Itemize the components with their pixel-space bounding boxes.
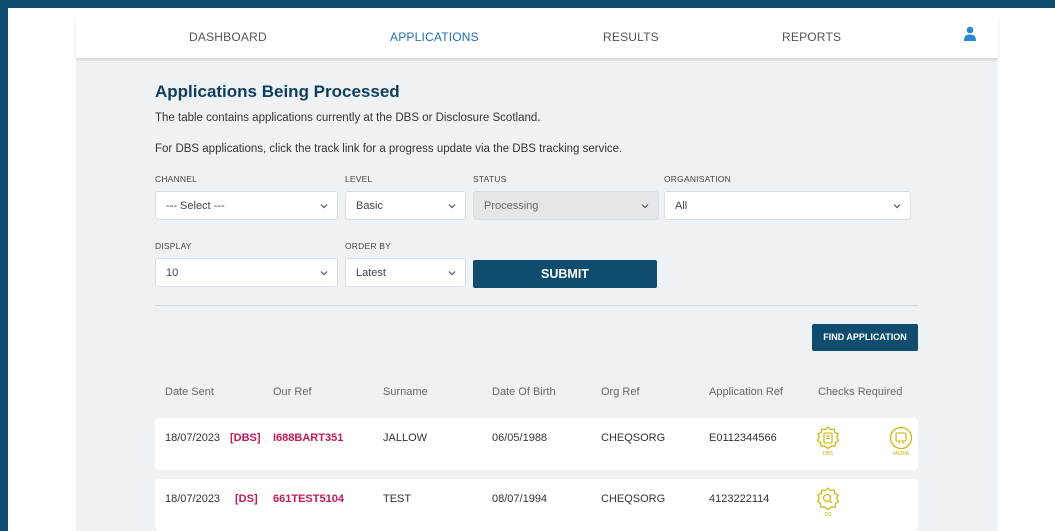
column-header-our-ref: Our Ref [273,386,312,398]
ds-check-label: DS [824,512,832,518]
display-select-value: 10 [166,267,179,279]
date-of-birth-cell: 06/05/1988 [492,432,548,444]
level-select-value: Basic [356,200,383,212]
date-sent-cell: 18/07/2023 [165,432,221,444]
column-header-application-ref: Application Ref [709,386,783,398]
app-container: DASHBOARD APPLICATIONS RESULTS REPORTS A… [76,15,998,531]
organisation-select-value: All [675,200,688,212]
page-title: Applications Being Processed [155,82,400,101]
status-select-value: Processing [484,200,539,212]
date-sent-cell: 18/07/2023 [165,493,221,505]
order-by-select-value: Latest [356,267,386,279]
application-ref-cell: 4123222114 [709,493,770,505]
column-header-surname: Surname [383,386,428,398]
column-header-date-of-birth: Date Of Birth [492,386,556,398]
dbs-check-label: DBS [822,451,834,457]
organisation-label: ORGANISATION [664,174,731,184]
nav-dashboard[interactable]: DASHBOARD [189,30,267,44]
surname-cell: TEST [383,493,412,505]
dbs-check-icon: DBS [813,426,843,462]
organisation-select[interactable]: All [664,191,911,220]
nav-results[interactable]: RESULTS [603,30,659,44]
column-header-checks-required: Checks Required [818,386,903,398]
window-frame-top [0,0,1055,8]
application-ref-cell: E0112344566 [709,432,777,444]
org-ref-cell: CHEQSORG [601,493,666,505]
level-label: LEVEL [345,174,373,184]
table-row[interactable]: 18/07/2023 [DS] 661TEST5104 TEST 08/07/1… [155,479,918,531]
org-ref-cell: CHEQSORG [601,432,666,444]
status-select[interactable]: Processing [473,191,659,220]
submit-button[interactable]: SUBMIT [473,260,657,288]
column-header-date-sent: Date Sent [165,386,214,398]
table-row[interactable]: 18/07/2023 [DBS] I688BART351 JALLOW 06/0… [155,418,918,470]
window-frame-left [0,0,8,531]
chevron-down-icon [448,204,456,209]
chevron-down-icon [320,204,328,209]
media-check-icon: MEDIA [886,426,916,462]
display-label: DISPLAY [155,241,192,251]
ds-check-icon: DS [813,487,843,523]
application-type-tag: [DBS] [230,432,261,444]
display-select[interactable]: 10 [155,258,338,287]
our-ref-link[interactable]: I688BART351 [273,432,343,444]
chevron-down-icon [320,271,328,276]
nav-reports[interactable]: REPORTS [782,30,841,44]
level-select[interactable]: Basic [345,191,466,220]
chevron-down-icon [641,204,649,209]
order-by-select[interactable]: Latest [345,258,466,287]
top-navigation: DASHBOARD APPLICATIONS RESULTS REPORTS [76,15,998,58]
column-header-org-ref: Org Ref [601,386,640,398]
channel-select[interactable]: --- Select --- [155,191,338,220]
media-check-label: MEDIA [893,451,909,457]
page-description: The table contains applications currentl… [155,112,541,124]
user-icon[interactable] [963,26,977,42]
channel-select-value: --- Select --- [166,200,225,212]
application-type-tag: [DS] [235,493,258,505]
status-label: STATUS [473,174,507,184]
chevron-down-icon [893,204,901,209]
our-ref-link[interactable]: 661TEST5104 [273,493,344,505]
find-application-button[interactable]: FIND APPLICATION [812,324,918,351]
surname-cell: JALLOW [383,432,428,444]
nav-applications[interactable]: APPLICATIONS [390,30,479,44]
section-divider [155,305,918,306]
channel-label: CHANNEL [155,174,198,184]
order-by-label: ORDER BY [345,241,391,251]
chevron-down-icon [448,271,456,276]
date-of-birth-cell: 08/07/1994 [492,493,548,505]
page-description-dbs: For DBS applications, click the track li… [155,143,623,155]
